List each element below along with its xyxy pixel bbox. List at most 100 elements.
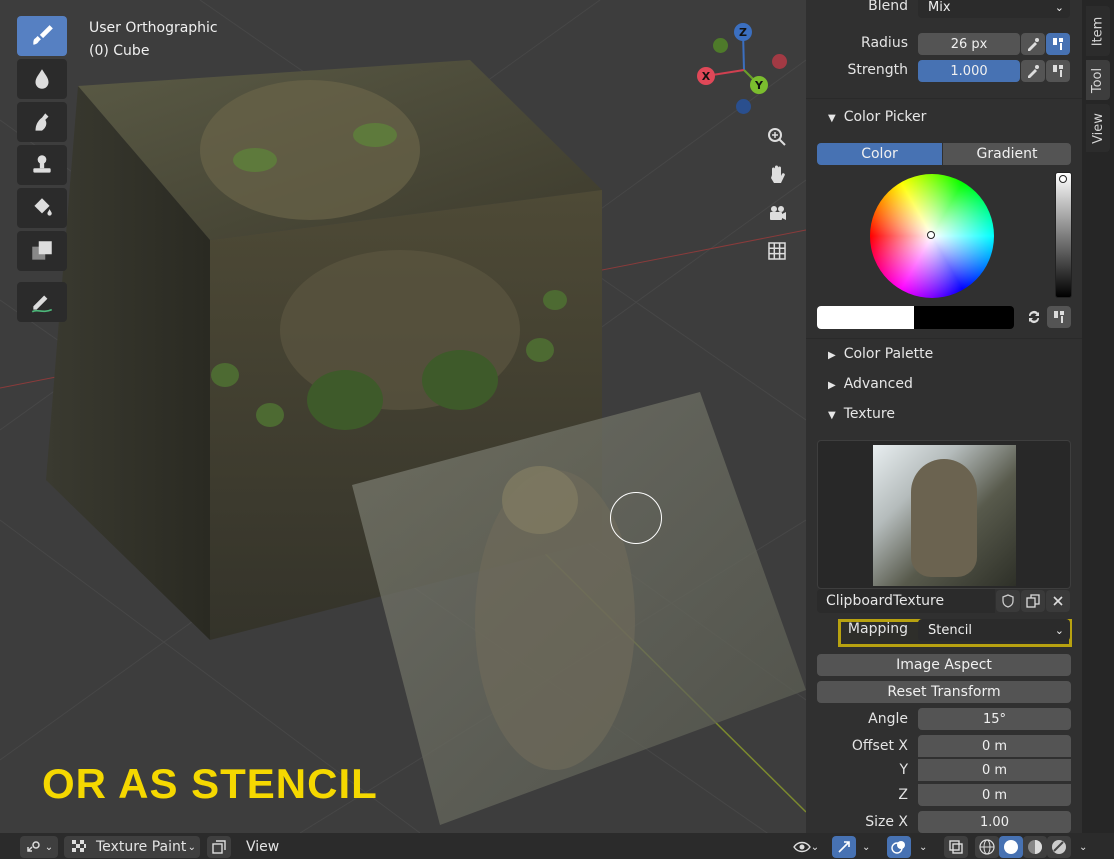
section-collapsed-icon: ▶	[828, 350, 836, 361]
strength-unified-button[interactable]	[1046, 60, 1070, 82]
fake-user-button[interactable]	[996, 590, 1020, 612]
gizmo-x-axis[interactable]: X	[697, 67, 715, 85]
reset-transform-label: Reset Transform	[887, 684, 1001, 700]
visibility-dropdown[interactable]: ⌄	[786, 836, 826, 858]
texture-name-value: ClipboardTexture	[826, 593, 945, 609]
chevron-down-icon: ⌄	[1054, 623, 1064, 637]
radius-unified-button[interactable]	[1046, 33, 1070, 55]
view-menu[interactable]: View	[246, 836, 279, 858]
rendered-shading-button[interactable]	[1047, 836, 1071, 858]
blend-dropdown[interactable]: Mix ⌄	[918, 0, 1070, 18]
duplicate-texture-button[interactable]	[1021, 590, 1045, 612]
radius-pressure-button[interactable]	[1021, 33, 1045, 55]
3d-viewport[interactable]: User Orthographic (0) Cube Z X Y OR AS S…	[0, 0, 806, 833]
zoom-button[interactable]	[760, 120, 794, 154]
tab-color[interactable]: Color	[817, 143, 942, 165]
chevron-down-icon: ⌄	[187, 841, 196, 853]
angle-field[interactable]: 15°	[918, 708, 1071, 730]
overlay-toggle-button[interactable]	[887, 836, 911, 858]
gizmo-neg-z[interactable]	[736, 99, 751, 114]
ortho-toggle-button[interactable]	[760, 234, 794, 268]
zoom-icon	[768, 128, 786, 146]
pan-button[interactable]	[760, 158, 794, 192]
checker-icon	[72, 840, 86, 852]
primary-color-swatch[interactable]	[817, 306, 914, 329]
hand-icon	[771, 165, 785, 183]
color-wheel[interactable]	[870, 174, 994, 298]
divider	[806, 98, 1082, 99]
texture-section-header[interactable]: ▼ Texture	[828, 406, 895, 422]
offset-x-label: Offset X	[851, 738, 908, 754]
mask-toggle-button[interactable]	[207, 836, 231, 858]
offset-z-field[interactable]: 0 m	[918, 784, 1071, 806]
image-aspect-button[interactable]: Image Aspect	[817, 654, 1071, 676]
chevron-down-icon[interactable]: ⌄	[862, 836, 870, 858]
blend-value: Mix	[928, 0, 951, 15]
editor-type-button[interactable]: ⌄	[20, 836, 58, 858]
gizmo-neg-x[interactable]	[772, 54, 787, 69]
wireframe-sphere-icon	[979, 839, 995, 855]
smear-tool-button[interactable]	[17, 102, 67, 142]
gizmo-y-axis[interactable]: Y	[750, 76, 768, 94]
radius-label: Radius	[861, 35, 908, 51]
angle-label: Angle	[868, 711, 908, 727]
chevron-down-icon[interactable]: ⌄	[1079, 836, 1087, 858]
gizmo-z-axis[interactable]: Z	[734, 23, 752, 41]
mask-icon	[32, 241, 52, 260]
tab-view-label: View	[1090, 112, 1106, 144]
texture-preview-image[interactable]	[873, 445, 1016, 586]
blend-label: Blend	[868, 0, 908, 14]
material-shading-button[interactable]	[1023, 836, 1047, 858]
offset-x-field[interactable]: 0 m	[918, 735, 1071, 757]
eye-icon	[792, 841, 811, 853]
value-slider[interactable]	[1055, 172, 1072, 298]
layers-icon	[212, 840, 226, 854]
annotate-tool-button[interactable]	[17, 282, 67, 322]
mode-label: Texture Paint	[96, 839, 187, 855]
xray-toggle-button[interactable]	[944, 836, 968, 858]
color-unified-button[interactable]	[1047, 306, 1071, 328]
tab-item[interactable]: Item	[1086, 6, 1110, 56]
draw-tool-button[interactable]	[17, 16, 67, 56]
color-picker-section-header[interactable]: ▼ Color Picker	[828, 109, 926, 125]
swap-colors-button[interactable]	[1022, 306, 1046, 328]
offset-z-label: Z	[898, 787, 908, 803]
navigation-gizmo[interactable]: Z X Y	[696, 22, 792, 118]
blender-window: User Orthographic (0) Cube Z X Y OR AS S…	[0, 0, 1114, 859]
chevron-down-icon: ⌄	[810, 841, 820, 853]
mode-dropdown[interactable]: Texture Paint ⌄	[64, 836, 200, 858]
soften-tool-button[interactable]	[17, 59, 67, 99]
chevron-down-icon[interactable]: ⌄	[919, 836, 927, 858]
color-palette-section-header[interactable]: ▶ Color Palette	[828, 346, 933, 362]
rendered-sphere-icon	[1052, 840, 1066, 854]
gizmo-toggle-button[interactable]	[832, 836, 856, 858]
view-menu-label: View	[246, 839, 280, 855]
strength-field[interactable]: 1.000	[918, 60, 1020, 82]
copy-icon	[1026, 594, 1040, 608]
tab-tool[interactable]: Tool	[1086, 60, 1110, 100]
camera-view-button[interactable]	[760, 196, 794, 230]
texture-name-field[interactable]: ClipboardTexture	[817, 589, 995, 613]
mask-tool-button[interactable]	[17, 231, 67, 271]
reset-transform-button[interactable]: Reset Transform	[817, 681, 1071, 703]
size-x-label: Size X	[865, 814, 908, 830]
advanced-section-header[interactable]: ▶ Advanced	[828, 376, 913, 392]
solid-shading-button[interactable]	[999, 836, 1023, 858]
tab-gradient[interactable]: Gradient	[943, 143, 1071, 165]
gizmo-neg-y[interactable]	[713, 38, 728, 53]
fill-tool-button[interactable]	[17, 188, 67, 228]
unlink-texture-button[interactable]	[1046, 590, 1070, 612]
brush-icon	[33, 25, 53, 45]
wireframe-shading-button[interactable]	[975, 836, 999, 858]
offset-y-field[interactable]: 0 m	[918, 759, 1071, 781]
size-x-field[interactable]: 1.00	[918, 811, 1071, 833]
stamp-icon	[33, 155, 51, 173]
tab-view[interactable]: View	[1086, 104, 1110, 152]
secondary-color-swatch[interactable]	[914, 306, 1014, 329]
active-object-label: (0) Cube	[89, 43, 150, 59]
color-wheel-cursor	[927, 231, 935, 239]
mapping-dropdown[interactable]: Stencil ⌄	[918, 619, 1070, 641]
strength-pressure-button[interactable]	[1021, 60, 1045, 82]
radius-field[interactable]: 26 px	[918, 33, 1020, 55]
clone-tool-button[interactable]	[17, 145, 67, 185]
